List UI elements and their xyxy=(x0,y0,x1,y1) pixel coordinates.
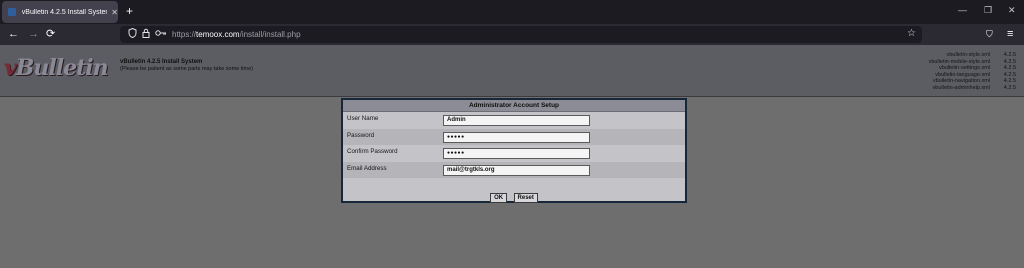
email-label: Email Address xyxy=(347,164,387,172)
reload-button[interactable]: ⟳ xyxy=(46,27,55,41)
confirm-password-label: Confirm Password xyxy=(347,148,398,155)
password-input[interactable]: ●●●●● xyxy=(443,131,590,143)
file-row: vbulletin-mobile-style.xml 4.2.5 xyxy=(929,59,1016,66)
restore-button[interactable]: ❐ xyxy=(984,5,992,16)
file-version: 4.2.5 xyxy=(1003,84,1016,91)
url-text[interactable]: https://temoox.com/install/install.php xyxy=(172,30,301,39)
menu-icon[interactable]: ≡ xyxy=(1007,27,1013,41)
file-row: vbulletin-navigation.xml 4.2.5 xyxy=(929,78,1016,85)
back-button[interactable]: ← xyxy=(8,27,19,41)
confirm-password-row: Confirm Password ●●●●● xyxy=(343,145,685,162)
forward-button[interactable]: → xyxy=(28,27,39,41)
username-input[interactable]: Admin xyxy=(443,115,590,126)
username-row: User Name Admin xyxy=(343,112,685,129)
dialog-title: Administrator Account Setup xyxy=(343,100,685,112)
email-row: Email Address mail@trgtkls.org xyxy=(343,161,685,178)
file-name: vbulletin-language.xml xyxy=(935,71,990,78)
file-name: vbulletin-navigation.xml xyxy=(932,78,990,85)
file-name: vbulletin-adminhelp.xml xyxy=(932,84,990,91)
reset-button[interactable]: Reset xyxy=(513,193,538,203)
ok-button[interactable]: OK xyxy=(490,193,508,203)
url-bar[interactable]: https://temoox.com/install/install.php ☆ xyxy=(120,26,922,43)
file-name: vbulletin-style.xml xyxy=(946,52,990,58)
url-path: /install/install.php xyxy=(239,30,301,39)
file-row: vbulletin-adminhelp.xml 4.2.5 xyxy=(929,85,1016,92)
pocket-icon[interactable]: ⛉ xyxy=(986,27,993,41)
file-row: vbulletin-language.xml 4.2.5 xyxy=(929,72,1016,79)
tab-title: vBulletin 4.2.5 Install System xyxy=(21,8,108,16)
install-subtitle: (Please be patient as some parts may tak… xyxy=(120,66,253,72)
file-row: vbulletin-style.xml 4.2.5 xyxy=(929,52,1016,59)
xml-file-list: vbulletin-style.xml 4.2.5 vbulletin-mobil… xyxy=(929,52,1016,92)
file-version: 4.2.5 xyxy=(1003,58,1016,65)
key-icon[interactable] xyxy=(155,28,167,40)
favicon-icon xyxy=(8,8,16,16)
vbulletin-logo: vBulletin xyxy=(4,55,109,81)
tab-bar: vBulletin 4.2.5 Install System ✕ + — ❐ ✕ xyxy=(0,0,1024,24)
button-row: OK Reset xyxy=(343,186,685,204)
admin-setup-dialog: Administrator Account Setup User Name Ad… xyxy=(341,98,687,203)
page-header: vBulletin vBulletin 4.2.5 Install System… xyxy=(0,45,1024,97)
file-version: 4.2.5 xyxy=(1003,71,1016,78)
close-tab-icon[interactable]: ✕ xyxy=(111,8,118,17)
close-window-button[interactable]: ✕ xyxy=(1008,5,1016,16)
username-label: User Name xyxy=(347,115,379,122)
url-protocol: https:// xyxy=(172,30,197,39)
file-name: vbulletin-settings.xml xyxy=(938,65,990,72)
file-version: 4.2.5 xyxy=(1003,78,1016,85)
password-row: Password ●●●●● xyxy=(343,128,685,145)
lock-icon[interactable] xyxy=(142,28,150,40)
password-label: Password xyxy=(347,131,375,139)
minimize-button[interactable]: — xyxy=(958,5,967,15)
logo-text: Bulletin xyxy=(15,55,109,81)
file-version: 4.2.5 xyxy=(1003,65,1016,72)
file-row: vbulletin-settings.xml 4.2.5 xyxy=(929,65,1016,72)
file-version: 4.2.5 xyxy=(1003,52,1016,58)
confirm-password-input[interactable]: ●●●●● xyxy=(443,148,590,159)
url-host: temoox.com xyxy=(196,30,240,39)
browser-tab[interactable]: vBulletin 4.2.5 Install System ✕ xyxy=(2,1,118,23)
install-title: vBulletin 4.2.5 Install System xyxy=(120,59,203,65)
logo-v: v xyxy=(4,55,17,81)
bookmark-star-icon[interactable]: ☆ xyxy=(907,28,916,39)
shield-icon[interactable] xyxy=(128,27,137,40)
nav-bar: ← → ⟳ https://temoox.com/install/install… xyxy=(0,24,1024,45)
file-name: vbulletin-mobile-style.xml xyxy=(928,58,990,65)
email-input[interactable]: mail@trgtkls.org xyxy=(443,164,590,176)
new-tab-button[interactable]: + xyxy=(126,4,133,18)
